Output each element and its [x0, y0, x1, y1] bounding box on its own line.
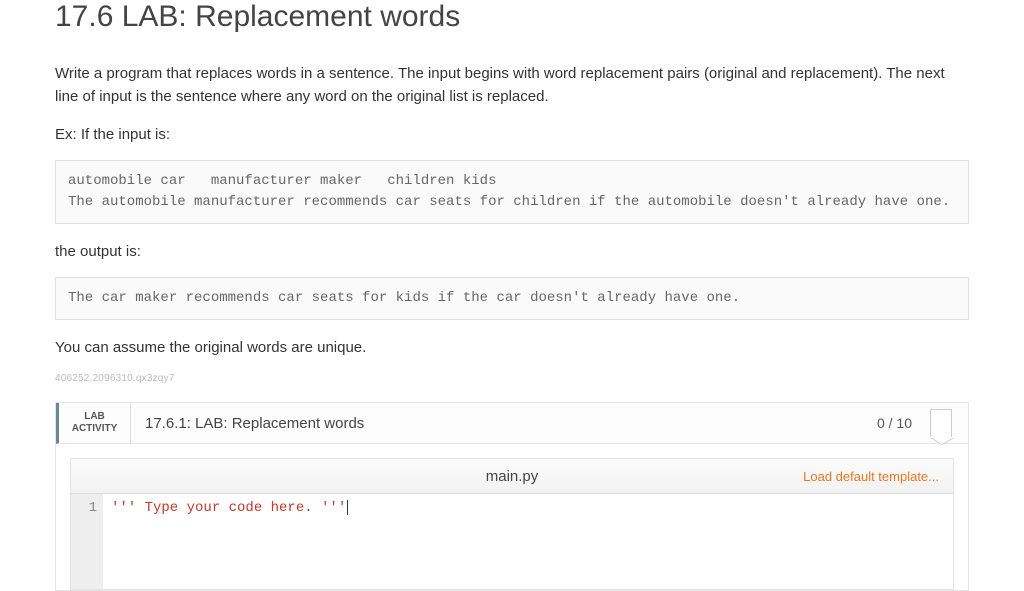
lab-title: 17.6.1: LAB: Replacement words: [131, 403, 877, 443]
lab-activity-badge: LAB ACTIVITY: [59, 403, 131, 443]
badge-line2: ACTIVITY: [72, 423, 118, 435]
example-input-label: Ex: If the input is:: [55, 123, 969, 146]
text-cursor: [347, 500, 348, 515]
load-default-template-link[interactable]: Load default template...: [803, 469, 939, 484]
badge-line1: LAB: [84, 411, 105, 423]
file-header: main.py Load default template...: [70, 458, 954, 494]
lab-card: LAB ACTIVITY 17.6.1: LAB: Replacement wo…: [55, 402, 969, 591]
lab-body: main.py Load default template... 1 ''' T…: [56, 444, 968, 590]
lab-header: LAB ACTIVITY 17.6.1: LAB: Replacement wo…: [56, 403, 968, 444]
code-line-1: ''' Type your code here. ''': [111, 500, 346, 516]
page: 17.6 LAB: Replacement words Write a prog…: [0, 0, 1024, 591]
lab-score: 0 / 10: [877, 403, 968, 443]
page-title: 17.6 LAB: Replacement words: [55, 0, 969, 34]
output-label: the output is:: [55, 240, 969, 263]
bookmark-icon[interactable]: [930, 409, 952, 437]
code-editor[interactable]: 1 ''' Type your code here. ''': [70, 494, 954, 590]
line-number: 1: [71, 500, 97, 516]
example-input-block: automobile car manufacturer maker childr…: [55, 160, 969, 224]
intro-text: Write a program that replaces words in a…: [55, 62, 969, 109]
file-name: main.py: [486, 468, 539, 485]
hash-text: 406252.2096310.qx3zqy7: [55, 373, 969, 384]
editor-gutter: 1: [71, 494, 103, 589]
editor-code-area[interactable]: ''' Type your code here. ''': [103, 494, 953, 589]
assumption-text: You can assume the original words are un…: [55, 336, 969, 359]
example-output-block: The car maker recommends car seats for k…: [55, 277, 969, 320]
